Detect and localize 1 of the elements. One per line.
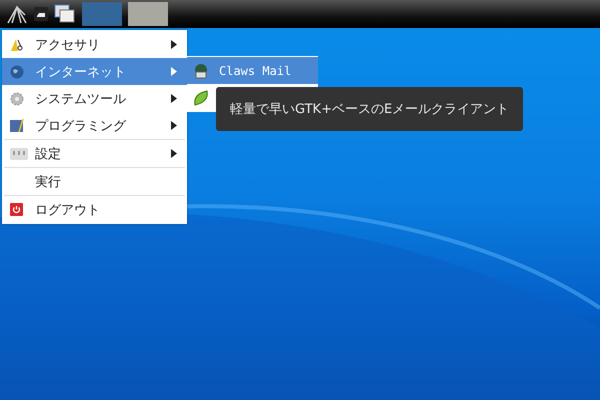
tooltip: 軽量で早いGTK+ベースのEメールクライアント	[216, 87, 524, 131]
